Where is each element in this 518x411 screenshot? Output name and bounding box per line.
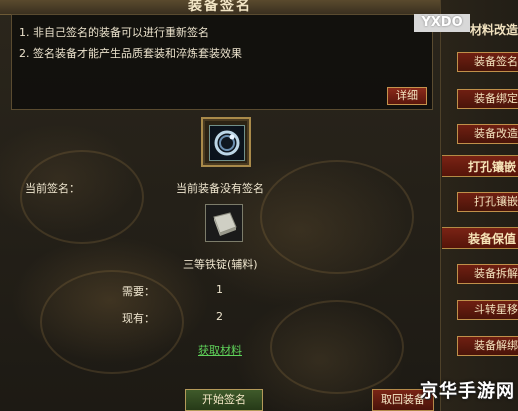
sidebar-item-equipment-bind[interactable]: 装备绑定 <box>457 89 518 109</box>
sidebar-item-equipment-dismantle[interactable]: 装备拆解 <box>457 264 518 284</box>
iron-ingot-icon <box>213 212 237 236</box>
detail-button[interactable]: 详细 <box>387 87 427 105</box>
required-label: 需要： <box>122 285 155 298</box>
window-title: 装备签名 <box>188 0 252 14</box>
sidebar-item-equipment-unbind[interactable]: 装备解绑 <box>457 336 518 356</box>
sidebar-section-socket-inlay: 打孔镶嵌 <box>442 155 518 177</box>
sidebar-section-equipment-preserve: 装备保值 <box>442 227 518 249</box>
equipment-slot[interactable] <box>201 117 251 167</box>
watermark-bottom: 京华手游网 <box>420 381 515 402</box>
description-line-2: 2. 签名装备才能产生品质套装和淬炼套装效果 <box>19 47 242 60</box>
owned-value: 2 <box>216 310 223 323</box>
material-name: 三等铁锭(辅料) <box>183 258 258 271</box>
sidebar-item-equipment-rework[interactable]: 装备改造 <box>457 124 518 144</box>
current-signature-value: 当前装备没有签名 <box>176 182 264 195</box>
description-line-1: 1. 非自己签名的装备可以进行重新签名 <box>19 26 209 39</box>
sidebar-item-socket-inlay[interactable]: 打孔镶嵌 <box>457 192 518 212</box>
watermark-top: YXDO <box>414 14 470 32</box>
required-value: 1 <box>216 283 223 296</box>
sidebar-item-equipment-signature[interactable]: 装备签名 <box>457 52 518 72</box>
description-panel: 1. 非自己签名的装备可以进行重新签名 2. 签名装备才能产生品质套装和淬炼套装… <box>11 14 433 110</box>
sidebar-item-star-transfer[interactable]: 斗转星移 <box>457 300 518 320</box>
current-signature-label: 当前签名： <box>25 182 80 195</box>
equipment-item-icon <box>209 125 245 161</box>
get-material-link[interactable]: 获取材料 <box>198 342 242 358</box>
material-slot <box>205 204 243 242</box>
ornament-swirl <box>270 300 404 394</box>
ornament-swirl <box>20 150 144 244</box>
ornament-swirl <box>40 270 184 374</box>
ornament-swirl <box>260 160 414 274</box>
start-signature-button[interactable]: 开始签名 <box>185 389 263 411</box>
owned-label: 现有： <box>122 312 155 325</box>
